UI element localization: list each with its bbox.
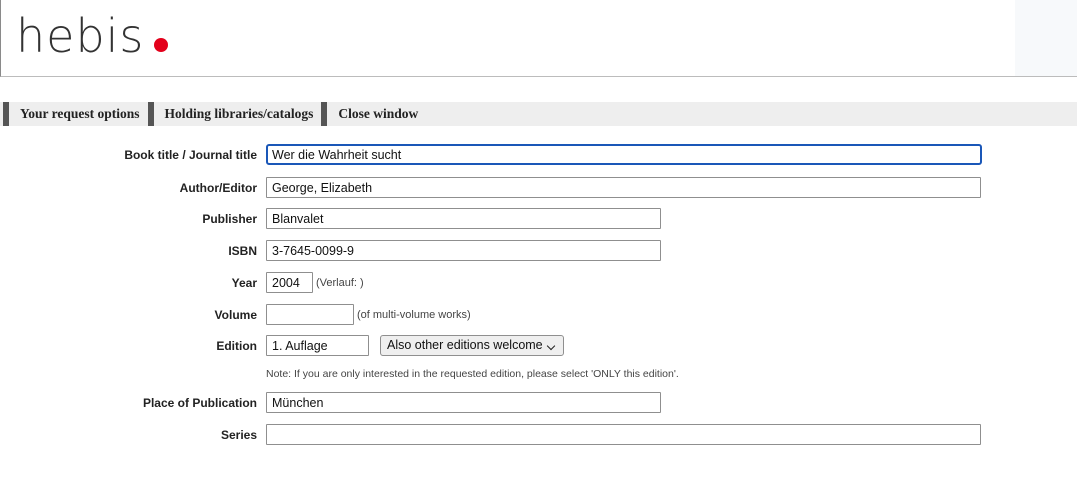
isbn-input[interactable] [266, 240, 661, 261]
series-label: Series [220, 428, 257, 442]
edition-note: Note: If you are only interested in the … [266, 368, 679, 380]
edition-select[interactable]: Also other editions welcome [380, 335, 564, 356]
row-note: Note: If you are only interested in the … [0, 363, 1077, 387]
title-label: Book title / Journal title [124, 148, 257, 162]
row-series: Series [0, 424, 1077, 448]
series-input[interactable] [266, 424, 981, 445]
row-volume: Volume (of multi-volume works) [0, 304, 1077, 328]
row-title: Book title / Journal title [0, 144, 1077, 168]
row-year: Year (Verlauf: ) [0, 272, 1077, 296]
author-input[interactable] [266, 177, 981, 198]
publisher-label: Publisher [202, 212, 257, 226]
place-input[interactable] [266, 392, 661, 413]
row-publisher: Publisher [0, 208, 1077, 232]
volume-input[interactable] [266, 304, 354, 325]
isbn-label: ISBN [228, 244, 257, 258]
row-edition: Edition Also other editions welcome [0, 335, 1077, 359]
row-author: Author/Editor [0, 177, 1077, 201]
request-form: Book title / Journal title Author/Editor… [0, 0, 1077, 488]
year-hint: (Verlauf: ) [316, 277, 364, 289]
chevron-down-icon [546, 341, 556, 351]
volume-hint: (of multi-volume works) [357, 309, 471, 321]
place-label: Place of Publication [142, 396, 257, 410]
author-label: Author/Editor [179, 181, 257, 195]
row-isbn: ISBN [0, 240, 1077, 264]
volume-label: Volume [214, 308, 257, 322]
row-place: Place of Publication [0, 392, 1077, 416]
edition-input[interactable] [266, 335, 369, 356]
title-input[interactable] [266, 144, 982, 165]
edition-label: Edition [216, 339, 257, 353]
year-label: Year [231, 276, 257, 290]
publisher-input[interactable] [266, 208, 661, 229]
edition-select-value: Also other editions welcome [387, 338, 543, 352]
year-input[interactable] [266, 272, 313, 293]
